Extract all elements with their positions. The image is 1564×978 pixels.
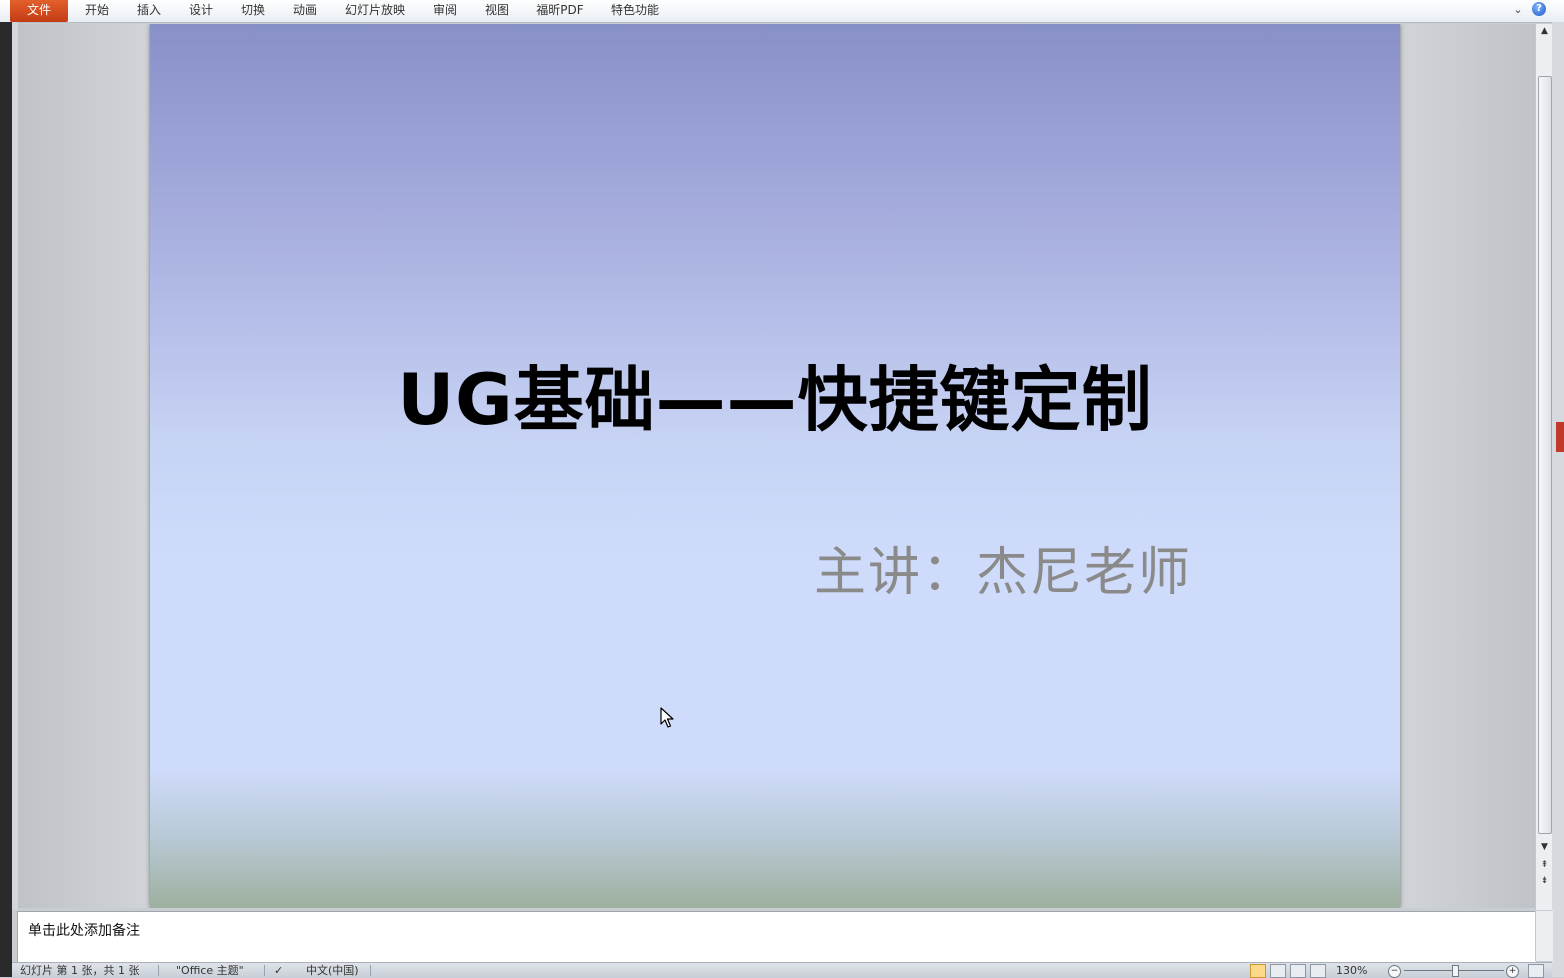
slide-sorter-view-icon[interactable] <box>1270 964 1286 978</box>
scrollbar-thumb[interactable] <box>1538 76 1552 834</box>
zoom-slider-thumb[interactable] <box>1452 965 1459 977</box>
normal-view-icon[interactable] <box>1250 964 1266 978</box>
slide-workspace: UG基础——快捷键定制 主讲：杰尼老师 <box>18 24 1535 908</box>
language-status[interactable]: 中文(中国) <box>306 963 359 978</box>
tab-view[interactable]: 视图 <box>476 0 518 22</box>
zoom-level[interactable]: 130% <box>1336 963 1367 978</box>
previous-slide-icon[interactable]: ⇞ <box>1536 858 1553 872</box>
status-divider <box>264 965 265 976</box>
ribbon-minimize-icon[interactable]: ⌄ <box>1510 2 1526 18</box>
tab-insert[interactable]: 插入 <box>128 0 170 22</box>
ribbon-tab-bar: 文件 开始 插入 设计 切换 动画 幻灯片放映 审阅 视图 福昕PDF 特色功能… <box>0 0 1564 23</box>
scroll-down-icon[interactable]: ▼ <box>1536 840 1553 854</box>
edge-marker <box>1556 422 1564 452</box>
status-divider <box>158 965 159 976</box>
zoom-in-icon[interactable]: + <box>1506 965 1519 978</box>
tab-foxit-pdf[interactable]: 福昕PDF <box>528 0 592 22</box>
zoom-out-icon[interactable]: − <box>1388 965 1401 978</box>
scroll-up-icon[interactable]: ▲ <box>1536 24 1553 38</box>
slideshow-view-icon[interactable] <box>1310 964 1326 978</box>
tab-file[interactable]: 文件 <box>10 0 68 22</box>
tab-transitions[interactable]: 切换 <box>232 0 274 22</box>
status-divider <box>370 965 371 976</box>
tab-special-features[interactable]: 特色功能 <box>602 0 668 22</box>
tab-design[interactable]: 设计 <box>180 0 222 22</box>
slide-vertical-scrollbar[interactable]: ▲ ▼ ⇞ ⇟ <box>1535 24 1553 910</box>
mouse-pointer-icon <box>660 707 674 728</box>
next-slide-icon[interactable]: ⇟ <box>1536 874 1553 888</box>
notes-pane[interactable]: 单击此处添加备注 <box>17 911 1536 962</box>
slide-canvas[interactable]: UG基础——快捷键定制 主讲：杰尼老师 <box>150 24 1400 908</box>
notes-placeholder[interactable]: 单击此处添加备注 <box>28 920 140 940</box>
notes-scrollbar[interactable] <box>1535 911 1553 961</box>
theme-status: "Office 主题" <box>176 964 244 977</box>
window-left-edge <box>0 22 12 977</box>
reading-view-icon[interactable] <box>1290 964 1306 978</box>
slide-subtitle[interactable]: 主讲：杰尼老师 <box>814 530 1374 605</box>
slide-count-status: 幻灯片 第 1 张，共 1 张 <box>20 964 140 977</box>
tab-review[interactable]: 审阅 <box>424 0 466 22</box>
slide-title[interactable]: UG基础——快捷键定制 <box>150 344 1400 445</box>
window-right-edge <box>1552 22 1564 977</box>
status-bar: 幻灯片 第 1 张，共 1 张 "Office 主题" ✓ 中文(中国) 130… <box>12 962 1552 978</box>
tab-slideshow[interactable]: 幻灯片放映 <box>336 0 414 22</box>
help-icon[interactable]: ? <box>1532 2 1546 16</box>
tab-animations[interactable]: 动画 <box>284 0 326 22</box>
spellcheck-icon[interactable]: ✓ <box>274 963 283 978</box>
fit-to-window-icon[interactable] <box>1528 964 1544 978</box>
tab-home[interactable]: 开始 <box>76 0 118 22</box>
